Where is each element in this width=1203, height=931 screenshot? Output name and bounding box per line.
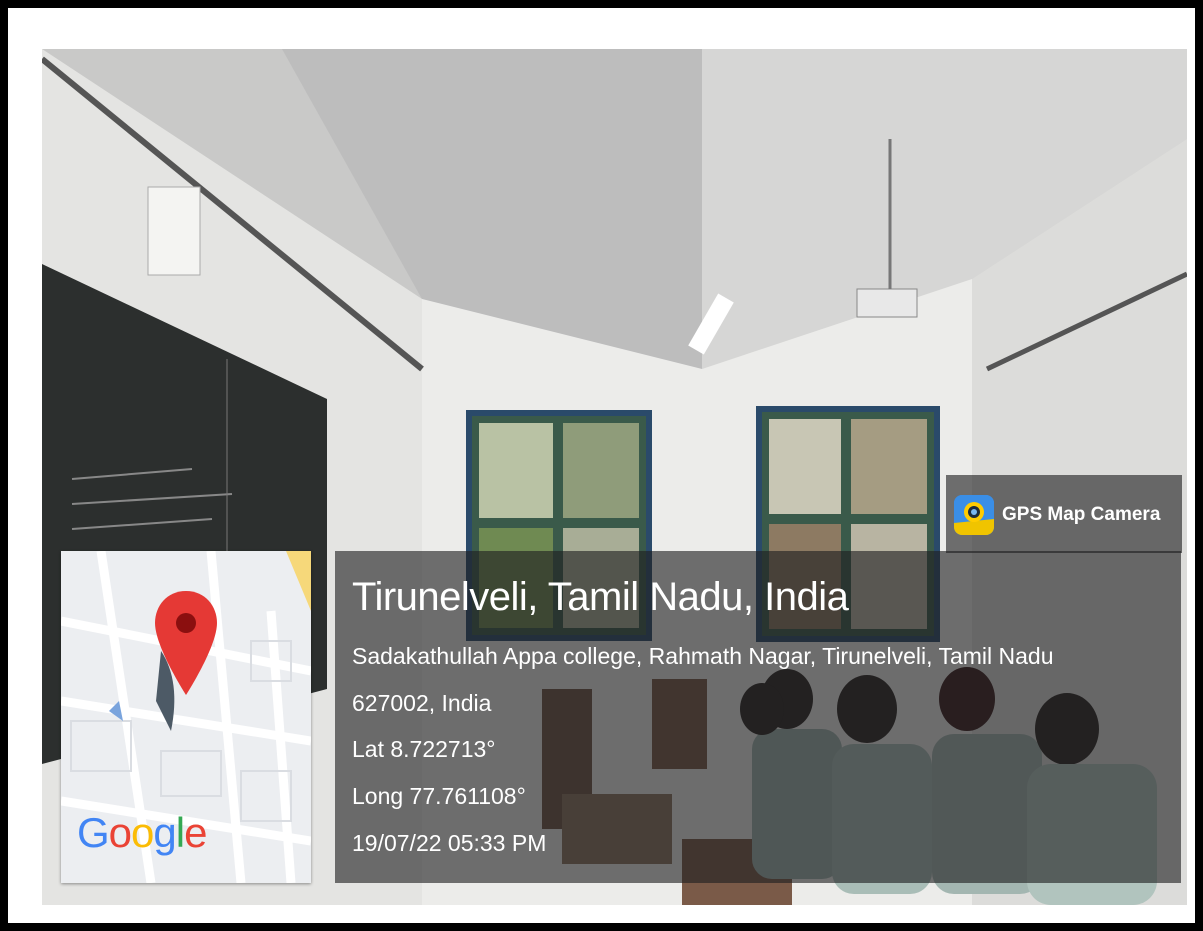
gps-map-camera-label: GPS Map Camera	[1002, 504, 1161, 525]
gps-map-camera-icon	[954, 495, 994, 535]
address-line-1: Sadakathullah Appa college, Rahmath Naga…	[352, 643, 1054, 669]
google-logo: Google	[77, 809, 207, 856]
latitude-text: Lat 8.722713°	[352, 736, 496, 762]
place-title: Tirunelveli, Tamil Nadu, India	[352, 575, 849, 619]
address-line-2: 627002, India	[352, 690, 492, 716]
location-info-panel: Tirunelveli, Tamil Nadu, India Sadakathu…	[335, 551, 1181, 883]
location-pin-icon	[155, 591, 217, 695]
photo-frame: Google GPS Map Camera Tirunelveli, Tamil…	[8, 8, 1195, 923]
classroom-photo: Google GPS Map Camera Tirunelveli, Tamil…	[42, 49, 1187, 905]
map-thumbnail[interactable]: Google	[61, 551, 311, 883]
longitude-text: Long 77.761108°	[352, 783, 526, 809]
datetime-text: 19/07/22 05:33 PM	[352, 830, 547, 856]
gps-map-camera-badge: GPS Map Camera	[946, 475, 1182, 553]
